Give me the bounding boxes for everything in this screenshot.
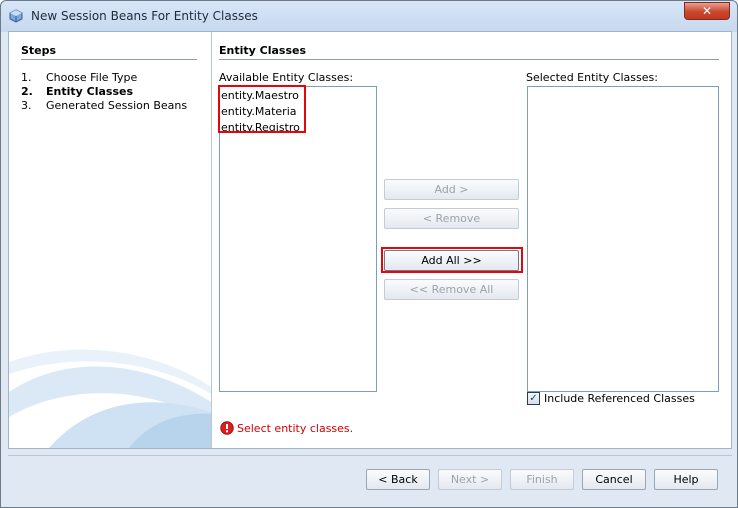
remove-all-button[interactable]: << Remove All — [384, 279, 519, 300]
add-button[interactable]: Add > — [384, 179, 519, 200]
steps-panel: Steps 1. Choose File Type 2. Entity Classe… — [9, 32, 212, 448]
panel-divider — [219, 59, 719, 60]
steps-divider — [21, 59, 197, 60]
error-message: Select entity classes. — [237, 422, 354, 435]
selected-classes-label: Selected Entity Classes: — [526, 71, 658, 84]
cancel-button[interactable]: Cancel — [582, 469, 646, 490]
highlight-box-add-all — [381, 247, 523, 273]
include-referenced-label[interactable]: Include Referenced Classes — [544, 392, 695, 405]
wizard-content: Steps 1. Choose File Type 2. Entity Classe… — [8, 31, 732, 449]
selected-classes-list[interactable] — [527, 86, 719, 392]
step-number: 2. — [21, 85, 33, 98]
footer-divider — [8, 455, 732, 456]
step-number: 1. — [21, 71, 32, 84]
decorative-swoosh — [9, 349, 211, 448]
close-button[interactable]: ✕ — [684, 2, 730, 20]
step-label: Choose File Type — [46, 71, 138, 84]
remove-button[interactable]: < Remove — [384, 208, 519, 229]
window-title: New Session Beans For Entity Classes — [31, 9, 258, 23]
next-button[interactable]: Next > — [438, 469, 502, 490]
finish-button[interactable]: Finish — [510, 469, 574, 490]
step-generated-session-beans: 3. Generated Session Beans — [21, 99, 187, 112]
title-bar[interactable]: New Session Beans For Entity Classes ✕ — [1, 1, 737, 32]
dialog-window: New Session Beans For Entity Classes ✕ S… — [0, 0, 738, 508]
error-icon — [220, 421, 234, 435]
step-choose-file-type: 1. Choose File Type — [21, 71, 137, 84]
checkmark-icon: ✓ — [529, 393, 538, 404]
include-referenced-checkbox[interactable]: ✓ — [527, 392, 540, 405]
available-classes-label: Available Entity Classes: — [219, 71, 354, 84]
step-label: Entity Classes — [46, 85, 134, 98]
panel-heading: Entity Classes — [219, 44, 307, 57]
steps-heading: Steps — [21, 44, 57, 57]
close-icon: ✕ — [701, 4, 713, 18]
step-number: 3. — [21, 99, 32, 112]
netbeans-cube-icon — [9, 9, 23, 23]
help-button[interactable]: Help — [654, 469, 718, 490]
back-button[interactable]: < Back — [366, 469, 430, 490]
highlight-box-available — [218, 85, 306, 133]
step-label: Generated Session Beans — [46, 99, 188, 112]
step-entity-classes: 2. Entity Classes — [21, 85, 133, 98]
